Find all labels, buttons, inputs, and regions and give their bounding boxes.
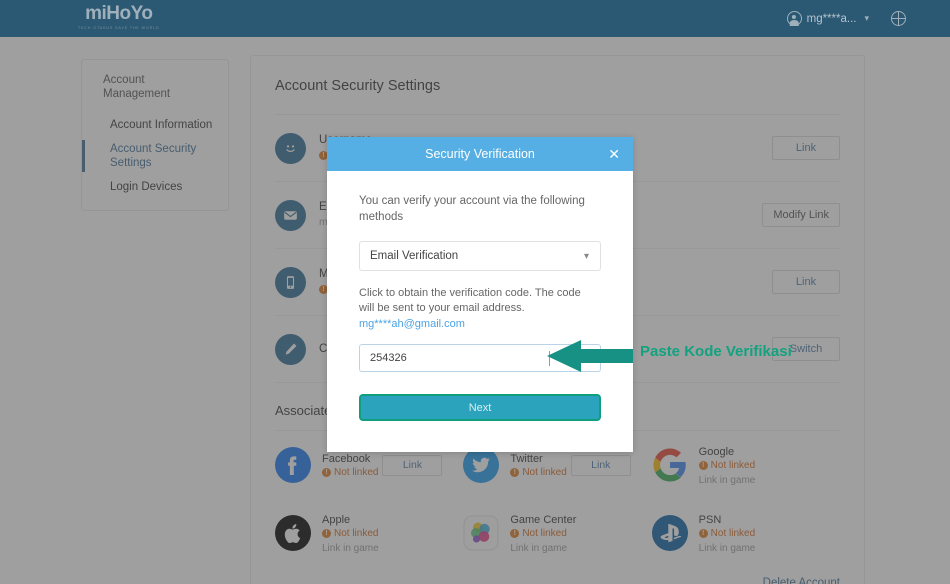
annotation-label: Paste Kode Verifikasi	[640, 343, 792, 360]
social-account-google: Google ! Not linked Link in game	[652, 431, 840, 499]
twitter-icon	[463, 447, 500, 483]
verification-hint-line2: will be sent to your email address.	[359, 302, 525, 314]
social-name: Game Center	[510, 513, 577, 526]
sidebar-item-account-information[interactable]: Account Information	[82, 113, 228, 137]
sidebar-heading-line2: Management	[103, 88, 171, 100]
dialog-body: You can verify your account via the foll…	[327, 171, 633, 421]
delete-account-link[interactable]: Delete Account	[763, 577, 840, 584]
page-title: Account Security Settings	[275, 56, 840, 115]
chevron-down-icon: ▾	[583, 250, 589, 262]
warning-icon: !	[510, 468, 520, 477]
social-text-group: Game Center ! Not linked Link in game	[510, 512, 576, 555]
warning-icon: !	[698, 460, 708, 470]
link-mobile-button[interactable]: Link	[772, 270, 840, 294]
next-button[interactable]: Next	[359, 394, 601, 421]
warning-icon: !	[322, 468, 331, 477]
social-status: ! Not linked	[698, 459, 756, 472]
modify-link-email-button[interactable]: Modify Link	[762, 203, 840, 227]
social-text-group: Facebook ! Not linked	[322, 451, 378, 479]
close-icon[interactable]: ✕	[608, 147, 620, 161]
pencil-icon	[275, 333, 306, 365]
social-status: ! Not linked	[698, 527, 756, 540]
security-verification-dialog: Security Verification ✕ You can verify y…	[327, 137, 633, 452]
game-center-icon	[463, 515, 499, 551]
verification-hint: Click to obtain the verification code. T…	[359, 286, 601, 316]
social-name: Google	[698, 445, 735, 458]
warning-icon: !	[510, 528, 520, 538]
social-account-apple: Apple ! Not linked Link in game	[275, 499, 463, 567]
social-note: Link in game	[510, 542, 568, 554]
user-account-menu[interactable]: mg****a... ▾	[786, 11, 869, 26]
social-status: ! Not linked	[510, 527, 576, 540]
social-name: PSN	[698, 513, 722, 526]
facebook-icon	[275, 447, 311, 483]
sidebar-nav: Account Management Account Information A…	[81, 59, 229, 211]
sidebar-item-login-devices[interactable]: Login Devices	[82, 175, 228, 199]
header-right-controls: mg****a... ▾	[786, 0, 950, 37]
social-status: ! Not linked	[322, 527, 379, 540]
dialog-description: You can verify your account via the foll…	[359, 195, 585, 223]
dialog-title: Security Verification	[425, 147, 535, 161]
playstation-icon	[651, 515, 688, 551]
link-twitter-button[interactable]: Link	[570, 454, 631, 476]
social-status-text: Not linked	[710, 459, 756, 471]
dialog-header: Security Verification ✕	[327, 137, 633, 171]
social-status-text: Not linked	[334, 527, 379, 539]
verification-code-value: 254326	[370, 352, 407, 364]
social-account-psn: PSN ! Not linked Link in game	[651, 499, 840, 567]
chevron-down-icon: ▾	[864, 13, 869, 23]
logo-tagline: TECH OTAKUS SAVE THE WORLD	[78, 26, 160, 30]
apple-icon	[275, 515, 311, 551]
verification-method-select[interactable]: Email Verification ▾	[359, 241, 601, 271]
link-username-button[interactable]: Link	[772, 136, 840, 160]
social-note: Link in game	[698, 474, 756, 486]
link-facebook-button[interactable]: Link	[382, 454, 443, 476]
social-name: Twitter	[510, 453, 543, 465]
social-note: Link in game	[698, 542, 756, 554]
social-text-group: Apple ! Not linked Link in game	[322, 512, 379, 555]
social-name: Facebook	[322, 453, 371, 465]
social-text-group: PSN ! Not linked Link in game	[698, 512, 756, 555]
mobile-phone-icon	[275, 266, 306, 298]
social-status: ! Not linked	[322, 466, 378, 479]
google-icon	[652, 447, 688, 483]
smiley-face-icon	[275, 132, 306, 164]
logo-wordmark: miHoYo	[85, 3, 153, 24]
user-name-label: mg****a...	[806, 12, 857, 25]
left-arrow-annotation-icon	[545, 338, 635, 379]
social-text-group: Google ! Not linked Link in game	[698, 444, 756, 487]
verification-hint-line1: Click to obtain the verification code. T…	[359, 287, 581, 299]
social-name: Apple	[322, 513, 351, 526]
page-root: miHoYo TECH OTAKUS SAVE THE WORLD mg****…	[0, 0, 950, 584]
social-note: Link in game	[322, 542, 379, 554]
user-avatar-icon	[786, 11, 802, 26]
obtain-code-email-link[interactable]: mg****ah@gmail.com	[359, 316, 601, 332]
sidebar-heading-line1: Account	[103, 74, 145, 86]
verification-method-value: Email Verification	[370, 250, 459, 262]
sidebar-heading: Account Management	[82, 73, 228, 101]
social-text-group: Twitter ! Not linked	[510, 451, 567, 479]
social-status-text: Not linked	[522, 467, 567, 478]
social-status-text: Not linked	[522, 527, 567, 539]
globe-icon[interactable]	[891, 11, 906, 26]
warning-icon: !	[698, 528, 708, 538]
social-status-text: Not linked	[334, 467, 379, 478]
sidebar-item-account-security-settings[interactable]: Account Security Settings	[82, 137, 228, 175]
social-account-game-center: Game Center ! Not linked Link in game	[463, 499, 651, 567]
social-status-text: Not linked	[710, 527, 756, 539]
envelope-icon	[275, 199, 306, 231]
social-status: ! Not linked	[510, 466, 567, 479]
mihoyo-logo[interactable]: miHoYo TECH OTAKUS SAVE THE WORLD	[78, 4, 160, 31]
top-header-bar: miHoYo TECH OTAKUS SAVE THE WORLD mg****…	[0, 0, 950, 37]
warning-icon: !	[322, 528, 331, 538]
